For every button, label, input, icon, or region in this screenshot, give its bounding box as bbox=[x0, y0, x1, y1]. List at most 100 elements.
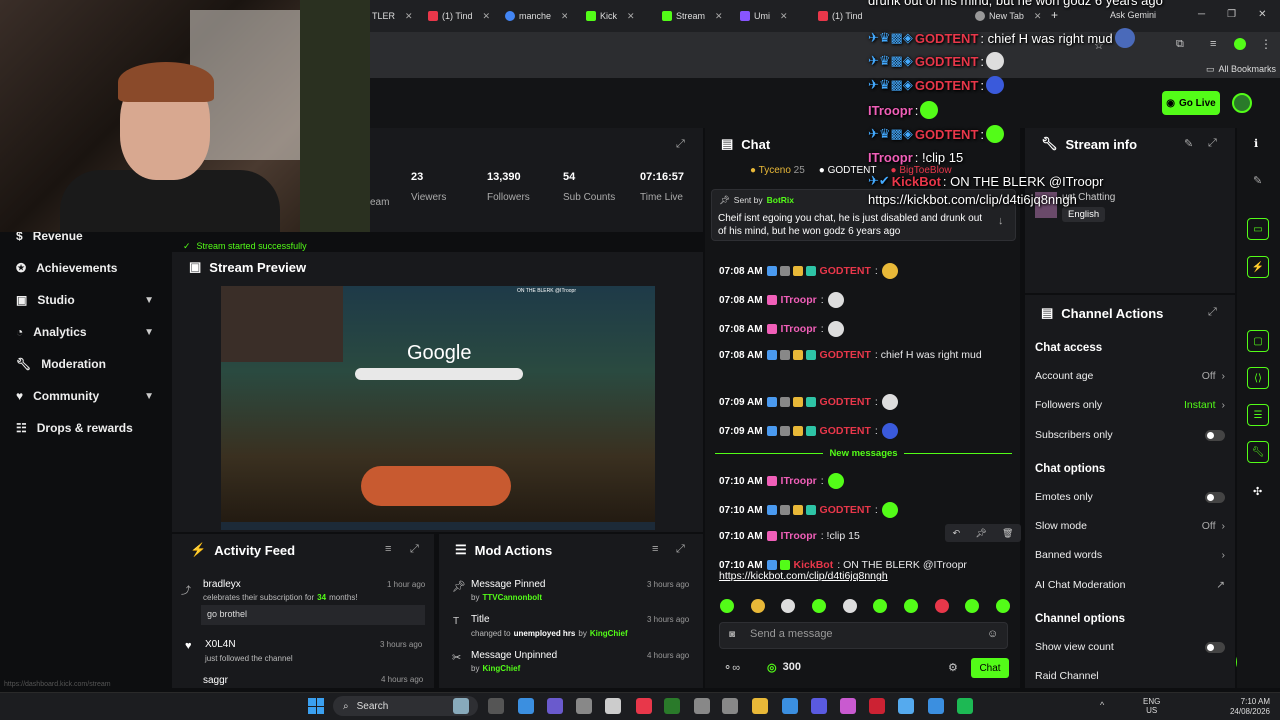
tab-5[interactable]: Stream ✕ bbox=[662, 6, 732, 26]
ai-moderation-row[interactable]: AI Chat Moderation ↗ bbox=[1035, 579, 1225, 591]
sidebar-item-community[interactable]: ♥ Community ▼ bbox=[0, 381, 172, 411]
taskbar-app-icon[interactable] bbox=[722, 698, 738, 714]
tab-2[interactable]: (1) Tind ✕ bbox=[428, 6, 496, 26]
expand-icon[interactable]: ⤢ bbox=[410, 543, 419, 556]
rail-list-icon[interactable]: ☰ bbox=[1247, 404, 1269, 426]
profile-icon[interactable] bbox=[1234, 38, 1246, 50]
emotes-only-toggle[interactable] bbox=[1205, 491, 1225, 503]
tab-4[interactable]: Kick ✕ bbox=[586, 6, 646, 26]
infinity-icon[interactable]: ⚬∞ bbox=[723, 661, 740, 674]
expand-icon[interactable]: ⤢ bbox=[1208, 137, 1217, 150]
message-username[interactable]: GODTENT bbox=[820, 265, 871, 277]
quick-emote[interactable] bbox=[811, 599, 826, 613]
close-tab-icon[interactable]: ✕ bbox=[561, 11, 567, 22]
language-indicator[interactable]: ENG US bbox=[1143, 697, 1160, 715]
tray-chevron-icon[interactable]: ^ bbox=[1100, 700, 1104, 710]
rail-chat-icon[interactable]: ▭ bbox=[1247, 218, 1269, 240]
taskbar-app-icon[interactable] bbox=[488, 698, 504, 714]
chat-link[interactable]: https://kickbot.com/clip/d4ti6jq8nngh bbox=[719, 570, 888, 582]
close-tab-icon[interactable]: ✕ bbox=[627, 11, 635, 22]
taskbar-app-icon[interactable] bbox=[898, 698, 914, 714]
sidebar-item-analytics[interactable]: ◔ Analytics ▼ bbox=[0, 317, 172, 347]
tab-7[interactable]: (1) Tind bbox=[818, 6, 866, 26]
tab-3[interactable]: manche ✕ bbox=[505, 6, 567, 26]
media-icon[interactable]: ≡ bbox=[1210, 38, 1216, 50]
sidebar-item-studio[interactable]: ▣ Studio ▼ bbox=[0, 285, 172, 315]
close-tab-icon[interactable]: ✕ bbox=[405, 11, 413, 22]
windows-start-icon[interactable] bbox=[308, 698, 324, 714]
info-icon[interactable]: ℹ bbox=[1254, 137, 1258, 150]
delete-icon[interactable]: 🗑︎ bbox=[1002, 528, 1013, 539]
expand-icon[interactable]: ⤢ bbox=[676, 138, 685, 151]
account-age-row[interactable]: Account age Off › bbox=[1035, 370, 1225, 382]
new-tab-button[interactable]: + bbox=[1051, 8, 1058, 22]
quick-emote[interactable] bbox=[781, 599, 796, 613]
rail-wrench-icon[interactable]: 🔧︎ bbox=[1247, 441, 1269, 463]
maximize-icon[interactable]: ❐ bbox=[1227, 9, 1236, 20]
top-user[interactable]: ● Tyceno 25 bbox=[750, 165, 805, 176]
taskbar-app-icon[interactable] bbox=[694, 698, 710, 714]
go-live-button[interactable]: ◉ Go Live bbox=[1162, 91, 1220, 115]
taskbar-app-icon[interactable] bbox=[957, 698, 973, 714]
stream-preview-screen[interactable]: Google ON THE BLERK @ITroopr bbox=[221, 286, 655, 530]
show-view-count-toggle[interactable] bbox=[1205, 641, 1225, 653]
taskbar-app-icon[interactable] bbox=[636, 698, 652, 714]
taskbar-app-icon[interactable] bbox=[869, 698, 885, 714]
menu-kebab-icon[interactable]: ⋮ bbox=[1260, 37, 1272, 51]
user-avatar[interactable] bbox=[1232, 93, 1252, 113]
feed-user[interactable]: X0L4N bbox=[205, 639, 236, 650]
rail-apps-icon[interactable]: ✣ bbox=[1253, 485, 1262, 498]
rail-code-icon[interactable]: ⟨⟩ bbox=[1247, 367, 1269, 389]
mod-user[interactable]: KingChief bbox=[590, 629, 628, 638]
close-tab-icon[interactable]: ✕ bbox=[1034, 11, 1042, 22]
feed-user[interactable]: saggr bbox=[203, 675, 228, 686]
quick-emote[interactable] bbox=[842, 599, 857, 613]
filter-icon[interactable]: ≡ bbox=[385, 543, 391, 555]
taskbar-app-icon[interactable] bbox=[752, 698, 768, 714]
sidebar-item-achievements[interactable]: ✪ Achievements bbox=[0, 253, 172, 283]
taskbar-app-icon[interactable] bbox=[840, 698, 856, 714]
emoji-icon[interactable]: ☺ bbox=[987, 628, 998, 640]
sidebar-item-moderation[interactable]: 🔧︎ Moderation bbox=[0, 349, 172, 379]
edit-pencil-icon[interactable]: ✎ bbox=[1184, 137, 1193, 150]
collapse-pin-icon[interactable]: ↓ bbox=[998, 215, 1004, 227]
quick-emote[interactable] bbox=[903, 599, 918, 613]
tab-6[interactable]: Umi ✕ bbox=[740, 6, 808, 26]
message-username[interactable]: ITroopr bbox=[781, 530, 817, 542]
taskbar-app-icon[interactable] bbox=[782, 698, 798, 714]
channel-points[interactable]: ◎ 300 bbox=[767, 661, 801, 674]
taskbar-app-icon[interactable] bbox=[664, 698, 680, 714]
quick-emote[interactable] bbox=[720, 599, 734, 613]
message-username[interactable]: GODTENT bbox=[820, 504, 871, 516]
pencil-icon[interactable]: ✎ bbox=[1253, 174, 1262, 187]
minimize-icon[interactable]: ─ bbox=[1198, 9, 1205, 20]
message-username[interactable]: ITroopr bbox=[781, 323, 817, 335]
pinned-user[interactable]: BotRix bbox=[767, 195, 794, 206]
extensions-icon[interactable]: ⧉ bbox=[1176, 38, 1184, 51]
pin-icon[interactable]: 📌︎ bbox=[975, 528, 986, 539]
filter-icon[interactable]: ≡ bbox=[652, 543, 658, 555]
ask-gemini-button[interactable]: Ask Gemini bbox=[1110, 10, 1156, 20]
close-tab-icon[interactable]: ✕ bbox=[780, 11, 788, 22]
close-tab-icon[interactable]: ✕ bbox=[715, 11, 723, 22]
taskbar-app-icon[interactable] bbox=[605, 698, 621, 714]
expand-icon[interactable]: ⤢ bbox=[676, 543, 685, 556]
quick-emote[interactable] bbox=[750, 599, 765, 613]
taskbar-app-icon[interactable] bbox=[453, 698, 469, 714]
settings-gear-icon[interactable]: ⚙ bbox=[948, 661, 958, 674]
taskbar-app-icon[interactable] bbox=[547, 698, 563, 714]
followers-only-row[interactable]: Followers only Instant › bbox=[1035, 399, 1225, 411]
tab-new[interactable]: New Tab ✕ bbox=[975, 6, 1047, 26]
message-username[interactable]: ITroopr bbox=[781, 294, 817, 306]
rail-lightning-icon[interactable]: ⚡ bbox=[1247, 256, 1269, 278]
message-username[interactable]: ITroopr bbox=[781, 475, 817, 487]
raid-channel-row[interactable]: Raid Channel bbox=[1035, 670, 1225, 682]
banned-words-row[interactable]: Banned words › bbox=[1035, 549, 1225, 561]
taskbar-app-icon[interactable] bbox=[518, 698, 534, 714]
quick-emote[interactable] bbox=[934, 599, 949, 613]
taskbar-app-icon[interactable] bbox=[811, 698, 827, 714]
rail-message-icon[interactable]: ▢ bbox=[1247, 330, 1269, 352]
send-chat-button[interactable]: Chat bbox=[971, 658, 1009, 678]
close-window-icon[interactable]: ✕ bbox=[1258, 9, 1266, 20]
quick-emote[interactable] bbox=[873, 599, 888, 613]
